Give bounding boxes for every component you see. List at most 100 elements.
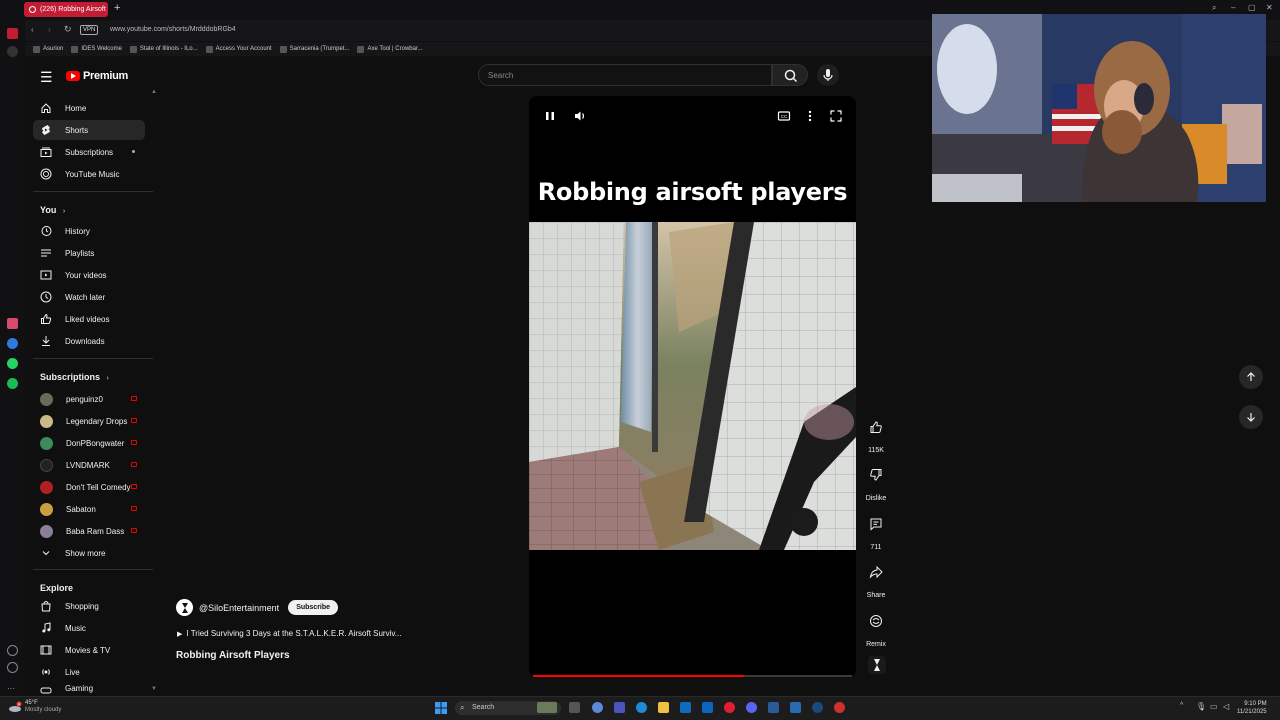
windows-start-icon[interactable] [435, 702, 447, 714]
search-input[interactable]: Search [478, 64, 772, 86]
weather-icon[interactable]: 4 [8, 700, 22, 714]
steam-client-icon[interactable] [812, 702, 823, 713]
volume-button[interactable] [572, 108, 588, 124]
more-options-button[interactable] [802, 108, 818, 124]
remix-button[interactable]: Remix [864, 610, 888, 648]
bookmark-item[interactable]: Sarracenia (Trumpet... [279, 45, 349, 53]
sidebar-item-youtube-music[interactable]: YouTube Music [33, 164, 145, 184]
sidebar-item-subscription[interactable]: LVNDMARK [33, 455, 145, 475]
sidebar-item-watch-later[interactable]: Watch later [33, 287, 145, 307]
sound-thumbnail[interactable] [868, 656, 886, 674]
app-alert-icon[interactable] [834, 702, 845, 713]
close-window-icon[interactable]: ✕ [1266, 3, 1273, 12]
channel-avatar[interactable] [176, 599, 193, 616]
channel-name[interactable]: @SiloEntertainment [199, 603, 279, 613]
bookmark-sidebar-icon[interactable] [7, 46, 18, 57]
sidebar-item-gaming[interactable]: Gaming [33, 684, 145, 696]
sidebar-item-liked-videos[interactable]: Liked videos [33, 309, 145, 329]
search-button[interactable] [772, 64, 808, 86]
home-sidebar-icon[interactable] [7, 28, 18, 39]
weather-widget[interactable]: 45°F Mostly cloudy [25, 700, 61, 714]
bookmark-item[interactable]: Asurion [33, 45, 63, 53]
scroll-down-icon[interactable]: ▼ [151, 686, 157, 692]
show-more-button[interactable]: Show more [33, 543, 145, 563]
back-icon[interactable]: ‹ [31, 25, 34, 34]
you-heading[interactable]: You › [40, 205, 65, 215]
clock[interactable]: 9:10 PM 11/21/2025 [1237, 700, 1267, 716]
forward-icon[interactable]: › [48, 25, 51, 34]
opera-icon[interactable] [724, 702, 735, 713]
search-tabs-icon[interactable]: ⌕ [1212, 3, 1216, 13]
microphone-tray-icon[interactable]: 🎙 [1196, 702, 1206, 711]
bookmark-item[interactable]: IDES Welcome [71, 45, 122, 53]
sidebar-item-playlists[interactable]: Playlists [33, 243, 145, 263]
sidebar-item-subscription[interactable]: Legendary Drops [33, 411, 145, 431]
bookmark-item[interactable]: State of Illinois - ILo... [129, 45, 198, 53]
sidebar-item-home[interactable]: Home [33, 98, 145, 118]
outlook-icon[interactable] [702, 702, 713, 713]
captions-button[interactable]: CC [776, 108, 792, 124]
history-sidebar-icon[interactable] [7, 662, 18, 673]
more-vertical-icon [808, 110, 812, 122]
whatsapp-sidebar-icon[interactable] [7, 358, 18, 369]
edge-icon[interactable] [636, 702, 647, 713]
spotify-sidebar-icon[interactable] [7, 378, 18, 389]
sidebar-item-subscription[interactable]: penguinz0 [33, 389, 145, 409]
outlook-calendar-icon[interactable] [680, 702, 691, 713]
url-field[interactable]: www.youtube.com/shorts/MrdddobRGb4 [110, 26, 236, 33]
sidebar-item-subscription[interactable]: Don't Tell Comedy [33, 477, 145, 497]
volume-tray-icon[interactable]: ◁ [1223, 702, 1229, 711]
bookmark-item[interactable]: Access Your Account [205, 45, 272, 53]
tray-chevron-icon[interactable]: ^ [1180, 702, 1183, 709]
steam-icon[interactable] [768, 702, 779, 713]
menu-icon[interactable]: ☰ [40, 69, 53, 86]
app-icon[interactable] [790, 702, 801, 713]
arrow-up-icon [1247, 372, 1255, 381]
reload-icon[interactable]: ↻ [64, 24, 72, 35]
more-sidebar-icon[interactable]: ··· [7, 678, 18, 693]
minimize-icon[interactable]: – [1231, 3, 1235, 12]
vpn-badge[interactable]: VPN [80, 25, 99, 35]
sidebar-item-subscriptions[interactable]: Subscriptions [33, 142, 145, 162]
maximize-icon[interactable]: ▢ [1248, 3, 1256, 12]
discord-icon[interactable] [746, 702, 757, 713]
next-short-button[interactable] [1239, 405, 1263, 429]
sidebar-item-shopping[interactable]: Shopping [33, 596, 145, 616]
sidebar-item-music[interactable]: Music [33, 618, 145, 638]
sidebar-item-subscription[interactable]: Sabaton [33, 499, 145, 519]
copilot-icon[interactable] [592, 702, 603, 713]
like-button[interactable]: 115K [864, 416, 888, 454]
messenger-sidebar-icon[interactable] [7, 338, 18, 349]
voice-search-button[interactable] [817, 64, 839, 86]
previous-short-button[interactable] [1239, 365, 1263, 389]
sidebar-item-subscription[interactable]: Baba Ram Dass [33, 521, 145, 541]
subscriptions-heading[interactable]: Subscriptions › [40, 372, 109, 382]
sidebar-item-subscription[interactable]: DonPBongwater [33, 433, 145, 453]
heart-sidebar-icon[interactable] [7, 645, 18, 656]
taskbar-search[interactable]: ⌕ Search [455, 701, 561, 715]
video-frame[interactable] [529, 222, 856, 550]
fullscreen-button[interactable] [828, 108, 844, 124]
subscribe-button[interactable]: Subscribe [288, 600, 339, 615]
linked-video[interactable]: ▶ I Tried Surviving 3 Days at the S.T.A.L… [177, 629, 401, 638]
teams-icon[interactable] [614, 702, 625, 713]
file-explorer-icon[interactable] [658, 702, 669, 713]
sidebar-item-movies-tv[interactable]: Movies & TV [33, 640, 145, 660]
scroll-up-icon[interactable]: ▲ [151, 89, 157, 95]
browser-tab[interactable]: (226) Robbing Airsoft [24, 2, 108, 17]
comments-button[interactable]: 711 [864, 513, 888, 551]
sidebar-item-shorts[interactable]: Shorts [33, 120, 145, 140]
sidebar-item-history[interactable]: History [33, 221, 145, 241]
aria-sidebar-icon[interactable] [7, 318, 18, 329]
share-button[interactable]: Share [864, 561, 888, 599]
youtube-logo[interactable]: Premium [66, 70, 128, 82]
task-view-icon[interactable] [569, 702, 580, 713]
network-icon[interactable]: ▭ [1210, 702, 1218, 711]
sidebar-item-your-videos[interactable]: Your videos [33, 265, 145, 285]
sidebar-item-live[interactable]: Live [33, 662, 145, 682]
pause-button[interactable] [542, 108, 558, 124]
sidebar-item-downloads[interactable]: Downloads [33, 331, 145, 351]
dislike-button[interactable]: Dislike [864, 464, 888, 502]
bookmark-item[interactable]: Axe Tool | Crowbar... [357, 45, 423, 53]
new-tab-button[interactable]: + [114, 3, 120, 14]
